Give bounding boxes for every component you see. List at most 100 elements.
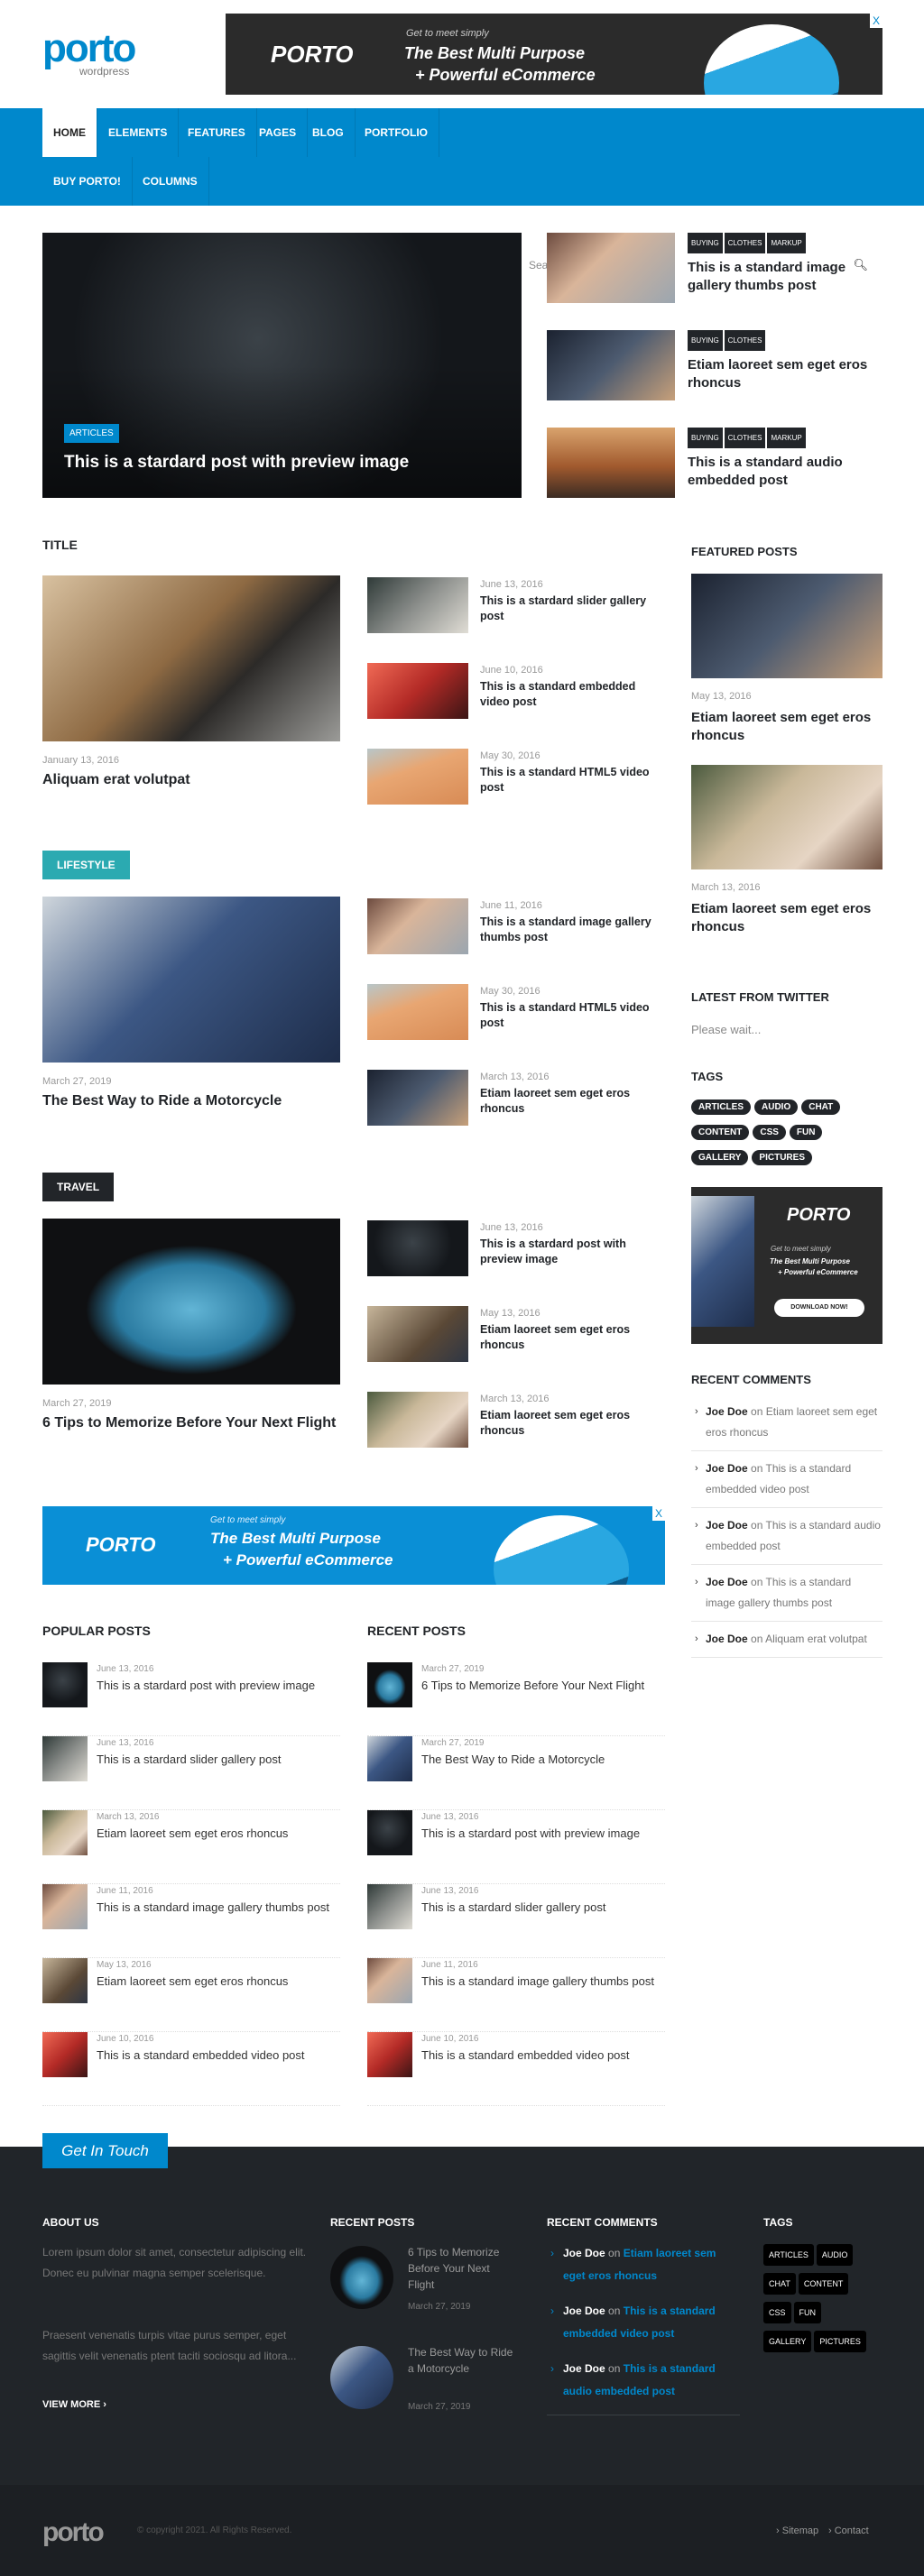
ad-download-button[interactable]: DOWNLOAD NOW! <box>774 1299 864 1317</box>
post-thumbnail[interactable] <box>367 663 468 719</box>
footer-link-sitemap[interactable]: › Sitemap <box>776 2525 818 2536</box>
tag-articles[interactable]: ARTICLES <box>691 1099 751 1115</box>
post-thumbnail[interactable] <box>367 984 468 1040</box>
tag-badge[interactable]: CLOTHES <box>724 233 766 253</box>
recent-post-item[interactable]: June 11, 2016 This is a standard image ga… <box>367 1958 665 2032</box>
post-title[interactable]: Etiam laoreet sem eget eros rhoncus <box>691 709 872 745</box>
comment-item[interactable]: › Joe Doe on This is a standard image gal… <box>691 1565 882 1622</box>
post-title[interactable]: This is a standard embedded video post <box>421 2047 665 2063</box>
popular-post-item[interactable]: June 10, 2016 This is a standard embedded… <box>42 2032 340 2106</box>
comment-item[interactable]: › Joe Doe on This is a standard audio emb… <box>691 1508 882 1565</box>
footer-post-title[interactable]: 6 Tips to Memorize Before Your Next Flig… <box>408 2244 516 2293</box>
post-title[interactable]: Etiam laoreet sem eget eros rhoncus <box>480 1086 665 1117</box>
post-title[interactable]: This is a stardard slider gallery post <box>97 1752 340 1767</box>
post-thumbnail[interactable] <box>42 1958 88 2003</box>
featured-post-image[interactable] <box>691 574 882 678</box>
recent-post-item[interactable]: March 27, 2019 6 Tips to Memorize Before … <box>367 1662 665 1736</box>
post-title[interactable]: This is a standard audio embedded post <box>688 454 882 490</box>
section-main-image[interactable] <box>42 897 340 1063</box>
post-thumbnail[interactable] <box>367 1810 412 1855</box>
post-title[interactable]: This is a standard HTML5 video post <box>480 765 665 796</box>
tag-badge[interactable]: MARKUP <box>767 233 806 253</box>
comment-item[interactable]: › Joe Doe on This is a standard embedded … <box>691 1451 882 1508</box>
tag-badge[interactable]: BUYING <box>688 233 723 253</box>
post-title[interactable]: This is a stardard slider gallery post <box>480 593 665 624</box>
post-title[interactable]: 6 Tips to Memorize Before Your Next Flig… <box>421 1678 665 1693</box>
tag-chat[interactable]: CHAT <box>801 1099 841 1115</box>
tag-content[interactable]: CONTENT <box>691 1125 750 1140</box>
post-thumbnail[interactable] <box>547 330 675 400</box>
post-thumbnail[interactable] <box>42 1662 88 1707</box>
ad-close-icon[interactable]: X <box>652 1506 665 1521</box>
post-thumbnail[interactable] <box>547 428 675 498</box>
footer-tag-pictures[interactable]: PICTURES <box>814 2331 866 2352</box>
post-title[interactable]: Etiam laoreet sem eget eros rhoncus <box>691 900 872 936</box>
post-title[interactable]: This is a stardard slider gallery post <box>421 1900 665 1915</box>
footer-comment-item[interactable]: › Joe Doe on This is a standard embedded … <box>550 2300 740 2345</box>
post-title[interactable]: The Best Way to Ride a Motorcycle <box>421 1752 665 1767</box>
nav-item-features[interactable]: FEATURES <box>177 108 257 157</box>
tag-badge[interactable]: CLOTHES <box>724 330 766 351</box>
footer-comment-item[interactable]: › Joe Doe on Etiam laoreet sem eget eros … <box>550 2242 740 2287</box>
tag-badge[interactable]: CLOTHES <box>724 428 766 448</box>
post-thumbnail[interactable] <box>367 1958 412 2003</box>
nav-item-pages[interactable]: PAGES <box>248 108 309 157</box>
post-title[interactable]: This is a stardard post with preview ima… <box>421 1826 665 1841</box>
post-title[interactable]: This is a standard embedded video post <box>97 2047 340 2063</box>
popular-post-item[interactable]: June 13, 2016 This is a stardard post wit… <box>42 1662 340 1736</box>
post-title[interactable]: This is a stardard post with preview ima… <box>480 1237 665 1267</box>
tag-css[interactable]: CSS <box>753 1125 786 1140</box>
post-title[interactable]: Aliquam erat volutpat <box>42 772 340 788</box>
footer-tag-chat[interactable]: CHAT <box>763 2273 796 2295</box>
popular-post-item[interactable]: March 13, 2016 Etiam laoreet sem eget ero… <box>42 1810 340 1884</box>
logo[interactable]: porto <box>42 29 136 69</box>
comment-author[interactable]: Joe Doe <box>706 1405 748 1418</box>
post-title[interactable]: 6 Tips to Memorize Before Your Next Flig… <box>42 1415 340 1431</box>
post-title[interactable]: The Best Way to Ride a Motorcycle <box>42 1093 340 1109</box>
tag-pictures[interactable]: PICTURES <box>752 1150 812 1165</box>
post-thumbnail[interactable] <box>367 577 468 633</box>
post-title[interactable]: Etiam laoreet sem eget eros rhoncus <box>480 1408 665 1439</box>
post-title[interactable]: This is a standard image gallery thumbs … <box>688 259 882 295</box>
content-ad-banner[interactable]: PORTO Get to meet simply The Best Multi … <box>42 1506 665 1585</box>
ad-close-icon[interactable]: X <box>870 14 882 28</box>
post-thumbnail[interactable] <box>42 1884 88 1929</box>
post-thumbnail[interactable] <box>547 233 675 303</box>
post-title[interactable]: This is a standard HTML5 video post <box>480 1000 665 1031</box>
recent-post-item[interactable]: June 13, 2016 This is a stardard slider g… <box>367 1884 665 1958</box>
comment-author[interactable]: Joe Doe <box>563 2362 605 2375</box>
popular-post-item[interactable]: May 13, 2016 Etiam laoreet sem eget eros … <box>42 1958 340 2032</box>
comment-post-link[interactable]: Aliquam erat volutpat <box>765 1633 867 1645</box>
comment-item[interactable]: › Joe Doe on Etiam laoreet sem eget eros … <box>691 1394 882 1451</box>
comment-item[interactable]: › Joe Doe on Aliquam erat volutpat <box>691 1622 882 1658</box>
footer-logo[interactable]: porto <box>42 2517 105 2548</box>
post-thumbnail[interactable] <box>367 1736 412 1781</box>
section-main-image[interactable] <box>42 1219 340 1385</box>
nav-item-blog[interactable]: BLOG <box>301 108 356 157</box>
section-main-image[interactable] <box>42 575 340 741</box>
post-title[interactable]: This is a standard image gallery thumbs … <box>97 1900 340 1915</box>
footer-tag-content[interactable]: CONTENT <box>798 2273 849 2295</box>
post-thumbnail[interactable] <box>367 749 468 805</box>
post-title[interactable]: Etiam laoreet sem eget eros rhoncus <box>480 1322 665 1353</box>
post-thumbnail[interactable] <box>367 1392 468 1448</box>
comment-author[interactable]: Joe Doe <box>706 1576 748 1588</box>
hero-post-title[interactable]: This is a stardard post with preview ima… <box>64 453 409 473</box>
comment-author[interactable]: Joe Doe <box>563 2305 605 2317</box>
nav-item-columns[interactable]: COLUMNS <box>132 157 209 206</box>
featured-post-image[interactable] <box>691 765 882 869</box>
nav-item-buyporto[interactable]: BUY PORTO! <box>42 157 133 206</box>
nav-item-elements[interactable]: ELEMENTS <box>97 108 180 157</box>
footer-post-thumbnail[interactable] <box>330 2246 393 2309</box>
footer-comment-item[interactable]: › Joe Doe on This is a standard audio emb… <box>550 2358 740 2403</box>
post-title[interactable]: This is a stardard post with preview ima… <box>97 1678 340 1693</box>
post-title[interactable]: This is a standard image gallery thumbs … <box>480 915 665 945</box>
tag-badge[interactable]: MARKUP <box>767 428 806 448</box>
sidebar-ad-banner[interactable]: PORTO Get to meet simply The Best Multi … <box>691 1187 882 1344</box>
post-thumbnail[interactable] <box>367 1662 412 1707</box>
section-badge-lifestyle[interactable]: LIFESTYLE <box>42 851 130 879</box>
tag-badge[interactable]: BUYING <box>688 428 723 448</box>
recent-post-item[interactable]: June 13, 2016 This is a stardard post wit… <box>367 1810 665 1884</box>
post-thumbnail[interactable] <box>42 2032 88 2077</box>
popular-post-item[interactable]: June 13, 2016 This is a stardard slider g… <box>42 1736 340 1810</box>
